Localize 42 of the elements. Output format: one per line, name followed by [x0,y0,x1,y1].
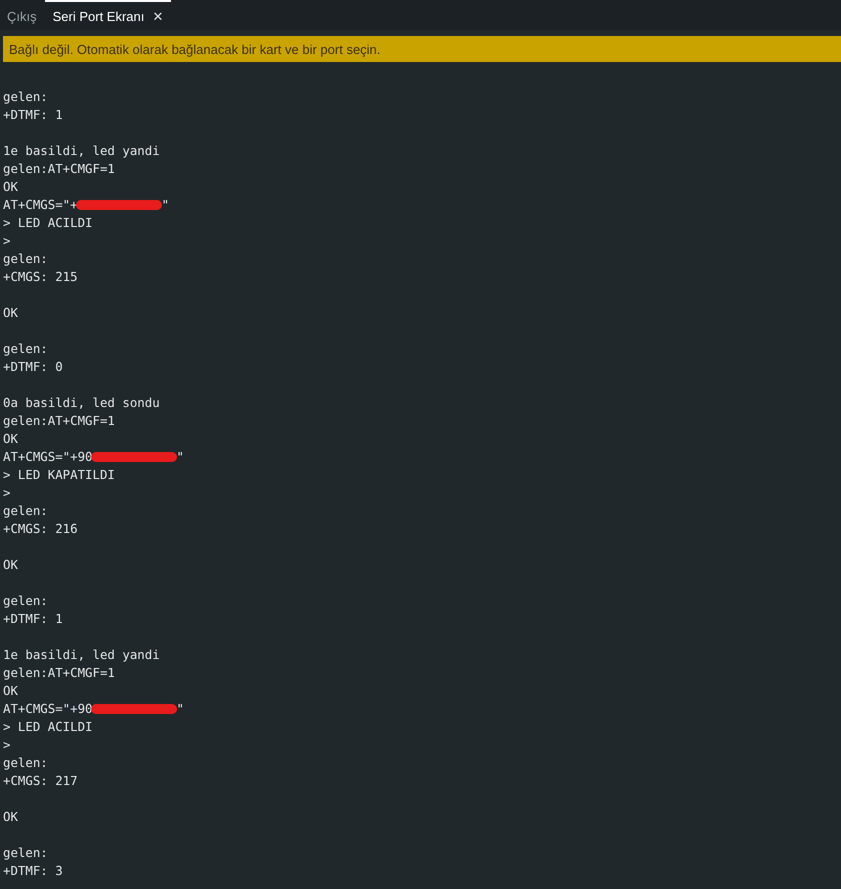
output-line: gelen:AT+CMGF=1 [3,412,115,430]
output-line: gelen: [3,88,48,106]
output-text: AT+CMGS="+90 [3,700,93,718]
output-line: +DTMF: 1 [3,106,63,124]
output-line: > LED ACILDI [3,214,93,232]
warning-text: Bağlı değil. Otomatik olarak bağlanacak bir kart ve bir port seçin. [9,42,380,56]
output-line: > [3,736,10,754]
output-line: 1e basildi, led yandi [3,646,160,664]
output-text: AT+CMGS="+ [3,196,78,214]
output-line: 1e basildi, led yandi [3,142,160,160]
output-line: OK [3,682,18,700]
output-line: gelen:AT+CMGF=1 [3,160,115,178]
output-line: OK [3,808,18,826]
output-text: " [162,196,170,214]
output-line: +CMGS: 216 [3,520,78,538]
output-line: > [3,484,10,502]
output-line: gelen: [3,340,48,358]
output-line: +DTMF: 1 [3,610,63,628]
output-line: gelen:AT+CMGF=1 [3,664,115,682]
output-line: +DTMF: 0 [3,358,63,376]
output-text: AT+CMGS="+90 [3,448,93,466]
output-line: OK [3,178,18,196]
close-icon[interactable]: ✕ [152,8,164,24]
output-line: gelen: [3,250,48,268]
output-line: OK [3,430,18,448]
output-line: +DTMF: 3 [3,862,63,880]
output-line: gelen: [3,592,48,610]
output-line: 0a basildi, led sondu [3,394,160,412]
output-line: OK [3,304,18,322]
tab[interactable]: Çıkış [0,0,45,30]
output-text: " [176,700,184,718]
output-line: +CMGS: 215 [3,268,78,286]
output-line: gelen: [3,754,48,772]
output-line: gelen: [3,502,48,520]
output-line: > [3,232,10,250]
output-line: gelen: [3,844,48,862]
output-line: +CMGS: 217 [3,772,78,790]
output-line: > LED ACILDI [3,718,93,736]
output-line: > LED KAPATILDI [3,466,115,484]
output-text: " [176,448,184,466]
output-line: OK [3,556,18,574]
tab[interactable]: Seri Port Ekranı ✕ [44,0,172,30]
